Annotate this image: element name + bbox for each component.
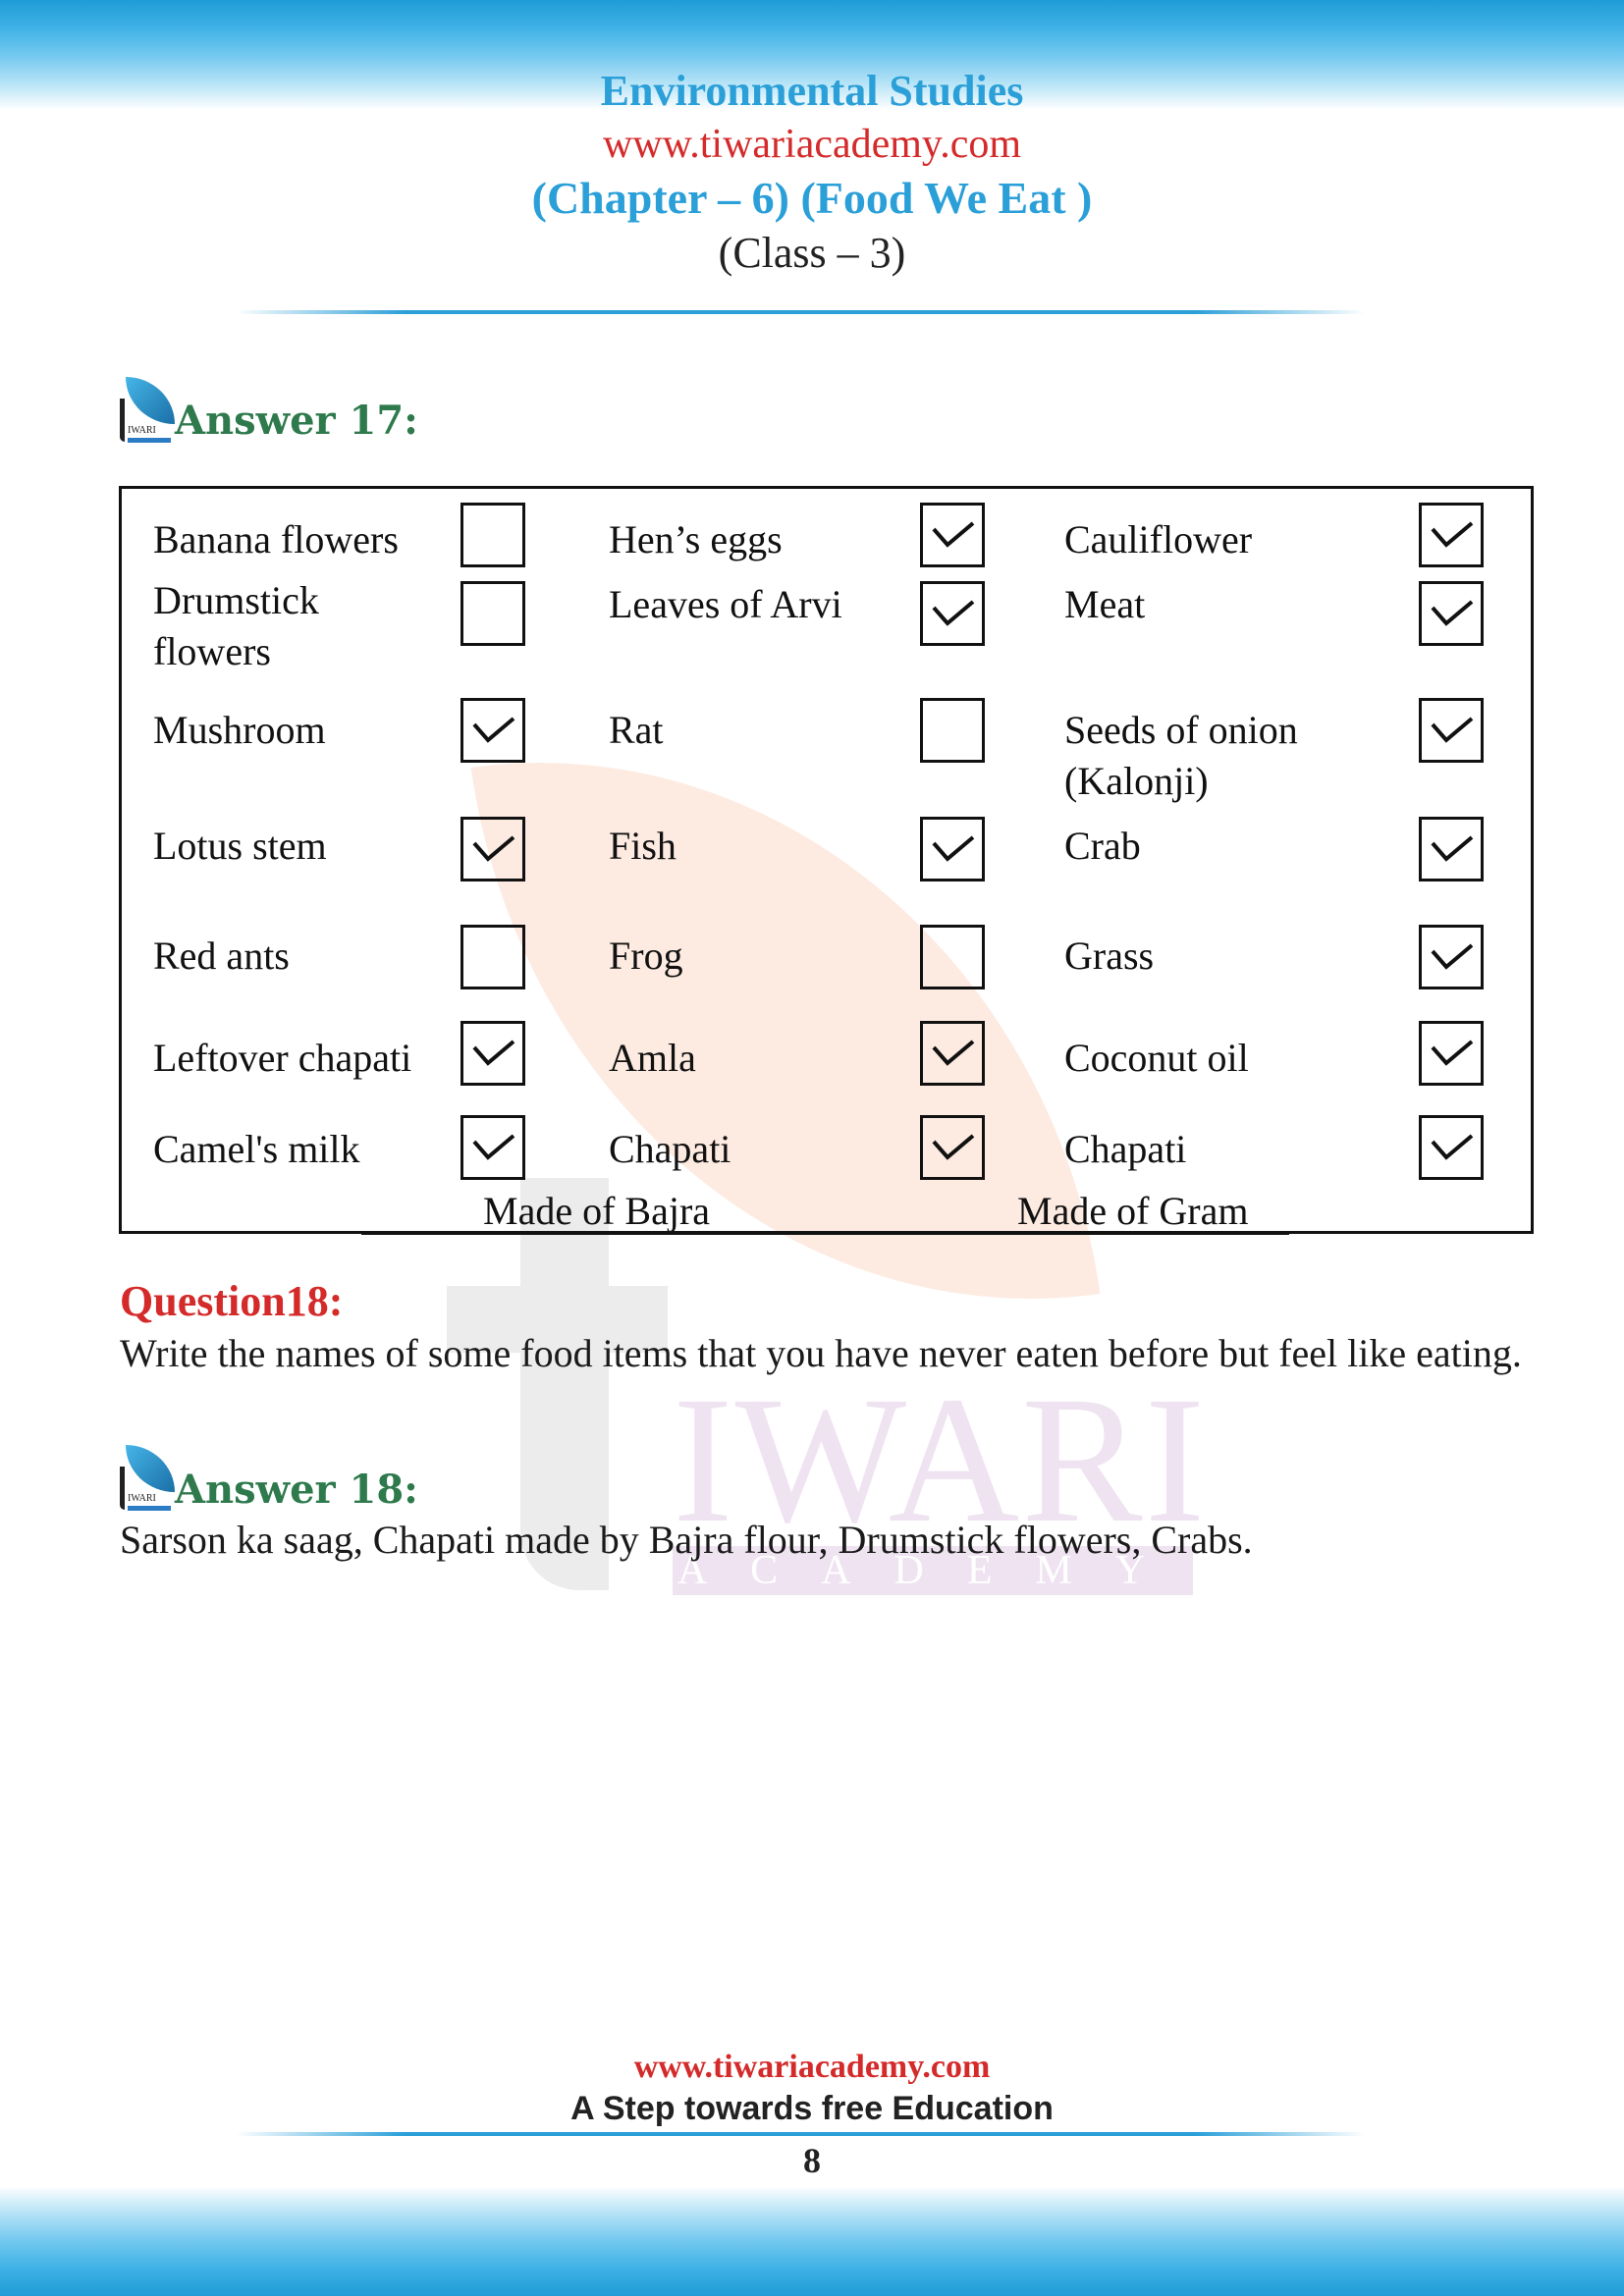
food-item-label: Leaves of Arvi bbox=[609, 582, 842, 626]
question-18-heading: Question18: bbox=[120, 1277, 344, 1325]
leaf-icon bbox=[126, 377, 175, 424]
food-item-label: Mushroom bbox=[153, 708, 326, 752]
checkbox-checked[interactable] bbox=[1419, 1021, 1484, 1086]
checkbox-checked[interactable] bbox=[920, 817, 985, 881]
checkmark-icon bbox=[1431, 1134, 1474, 1160]
food-item-label: Hen’s eggs bbox=[609, 517, 783, 561]
checkbox-unchecked[interactable] bbox=[460, 925, 525, 989]
tiwari-logo-icon: IWARI bbox=[118, 377, 177, 446]
food-item-label: Leftover chapati bbox=[153, 1036, 412, 1080]
food-item-label: Amla bbox=[609, 1036, 696, 1080]
checkbox-checked[interactable] bbox=[920, 1021, 985, 1086]
checkbox-unchecked[interactable] bbox=[460, 503, 525, 567]
checkbox-checked[interactable] bbox=[1419, 698, 1484, 763]
checkbox-checked[interactable] bbox=[920, 581, 985, 646]
checkmark-icon bbox=[1431, 600, 1474, 626]
checkbox-checked[interactable] bbox=[920, 503, 985, 567]
food-item-label: Grass bbox=[1064, 934, 1155, 978]
checkmark-icon bbox=[1431, 521, 1474, 548]
food-item-label: Frog bbox=[609, 934, 683, 978]
food-item-label: Banana flowers bbox=[153, 517, 399, 561]
checkbox-checked[interactable] bbox=[1419, 581, 1484, 646]
checkbox-checked[interactable] bbox=[460, 1021, 525, 1086]
checkbox-unchecked[interactable] bbox=[920, 698, 985, 763]
page-header: Environmental Studies www.tiwariacademy.… bbox=[0, 65, 1624, 281]
chapter-title: (Chapter – 6) (Food We Eat ) bbox=[531, 173, 1093, 223]
food-item-label: Chapati bbox=[609, 1127, 731, 1171]
checkbox-unchecked[interactable] bbox=[460, 581, 525, 646]
checkmark-icon bbox=[472, 1040, 515, 1066]
food-item-label: Drumstick flowers bbox=[153, 578, 319, 673]
checkbox-checked[interactable] bbox=[1419, 1115, 1484, 1180]
checkmark-icon bbox=[472, 835, 515, 862]
page-footer: www.tiwariacademy.com A Step towards fre… bbox=[0, 2047, 1624, 2129]
food-item-label: Cauliflower bbox=[1064, 517, 1253, 561]
food-item-label: Red ants bbox=[153, 934, 290, 978]
checkbox-checked[interactable] bbox=[460, 698, 525, 763]
leaf-icon bbox=[126, 1445, 175, 1492]
footer-divider bbox=[236, 2132, 1365, 2136]
checkmark-icon bbox=[472, 1134, 515, 1160]
checkmark-icon bbox=[472, 717, 515, 743]
answer-18-heading: Answer 18: bbox=[175, 1467, 418, 1513]
checkbox-checked[interactable] bbox=[1419, 817, 1484, 881]
subject-title: Environmental Studies bbox=[600, 67, 1024, 115]
footer-website-link[interactable]: www.tiwariacademy.com bbox=[0, 2047, 1624, 2088]
header-divider bbox=[236, 310, 1365, 314]
gram-footnote: Made of Gram bbox=[1017, 1189, 1249, 1233]
checkmark-icon bbox=[1431, 1040, 1474, 1066]
checkbox-checked[interactable] bbox=[920, 1115, 985, 1180]
food-item-label: Fish bbox=[609, 824, 677, 868]
checkmark-icon bbox=[932, 1134, 975, 1160]
food-item-label: Lotus stem bbox=[153, 824, 327, 868]
food-item-label: Coconut oil bbox=[1064, 1036, 1249, 1080]
checkmark-icon bbox=[932, 1040, 975, 1066]
table-bottom-rule bbox=[361, 1231, 1289, 1235]
checkbox-checked[interactable] bbox=[460, 817, 525, 881]
bajra-footnote: Made of Bajra bbox=[483, 1189, 711, 1233]
checkbox-checked[interactable] bbox=[1419, 925, 1484, 989]
checkmark-icon bbox=[1431, 943, 1474, 970]
answer-18-text: Sarson ka saag, Chapati made by Bajra fl… bbox=[120, 1518, 1253, 1562]
food-item-label: Chapati bbox=[1064, 1127, 1187, 1171]
header-website-link[interactable]: www.tiwariacademy.com bbox=[0, 118, 1624, 171]
food-item-label: Seeds of onion (Kalonji) bbox=[1064, 708, 1298, 803]
page-number: 8 bbox=[803, 2141, 821, 2180]
answer-17-heading: Answer 17: bbox=[175, 398, 418, 444]
checkmark-icon bbox=[932, 521, 975, 548]
checkbox-unchecked[interactable] bbox=[920, 925, 985, 989]
checkbox-checked[interactable] bbox=[1419, 503, 1484, 567]
checkmark-icon bbox=[1431, 717, 1474, 743]
food-item-label: Camel's milk bbox=[153, 1127, 360, 1171]
tiwari-logo-icon: IWARI bbox=[118, 1445, 177, 1514]
food-item-label: Meat bbox=[1064, 582, 1146, 626]
question-18-text: Write the names of some food items that … bbox=[120, 1331, 1522, 1375]
class-label: (Class – 3) bbox=[718, 229, 906, 277]
food-item-label: Rat bbox=[609, 708, 664, 752]
checkmark-icon bbox=[1431, 835, 1474, 862]
checkmark-icon bbox=[932, 600, 975, 626]
checkmark-icon bbox=[932, 835, 975, 862]
bottom-gradient-band bbox=[0, 2186, 1624, 2296]
footer-tagline: A Step towards free Education bbox=[570, 2090, 1054, 2127]
food-item-label: Crab bbox=[1064, 824, 1141, 868]
checkbox-checked[interactable] bbox=[460, 1115, 525, 1180]
